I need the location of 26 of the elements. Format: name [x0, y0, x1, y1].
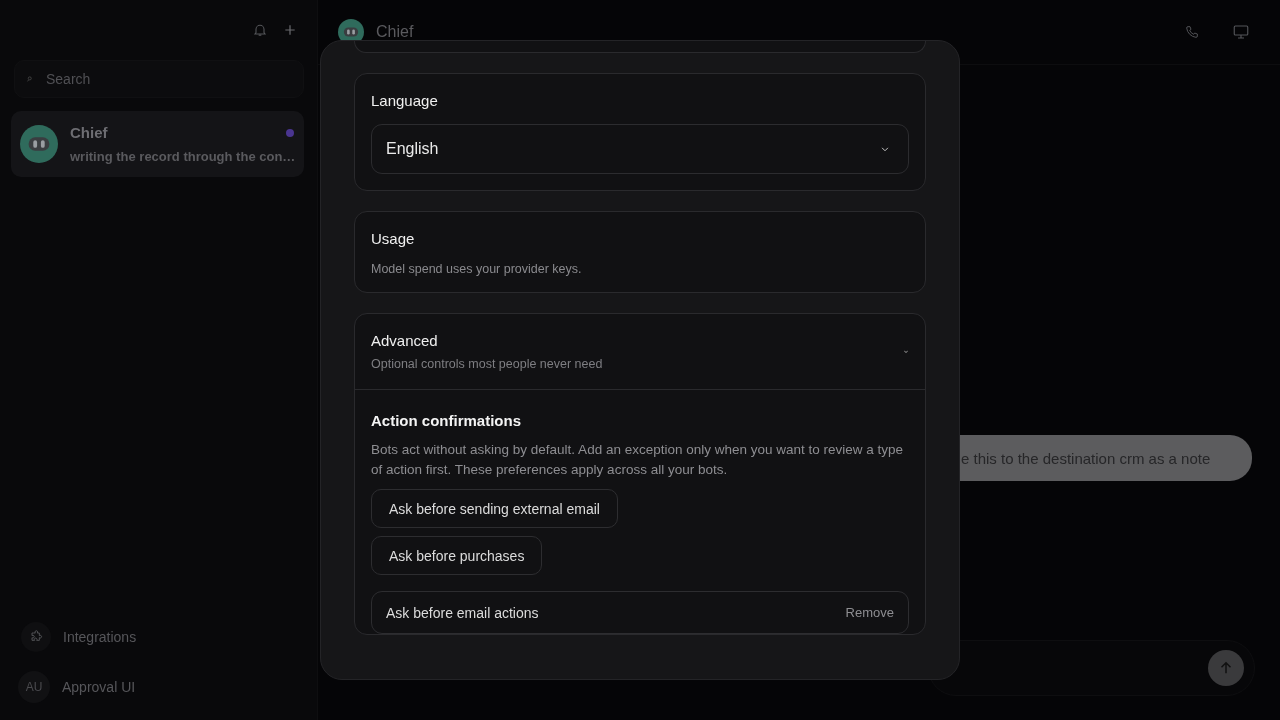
card-title: Usage — [371, 230, 416, 247]
search-field[interactable]: Search — [14, 60, 304, 98]
phone-icon[interactable] — [1184, 24, 1200, 40]
advanced-toggle[interactable]: Advanced Optional controls most people never need — [355, 314, 925, 390]
plus-icon[interactable] — [282, 22, 298, 38]
puzzle-icon — [21, 622, 51, 652]
add-rule-button[interactable]: Ask before sending external email — [371, 489, 618, 528]
chat-title: Chief — [376, 23, 414, 41]
remove-button[interactable]: Remove — [845, 605, 894, 620]
language-select[interactable]: English — [371, 124, 909, 174]
bell-icon[interactable] — [252, 22, 268, 38]
monitor-icon[interactable] — [1232, 23, 1250, 41]
rule-label: Ask before email actions — [386, 604, 539, 621]
description-text: Bots act without asking by default. Add an exception only when you want to review a type of action first. These preferences apply across all your bots. — [371, 441, 905, 479]
bot-avatar-icon — [20, 125, 58, 163]
user-avatar: AU — [18, 671, 50, 703]
chat-name: Chief — [70, 124, 108, 141]
chat-item[interactable]: Chief writing the record through the con… — [11, 111, 304, 177]
add-rule-button[interactable]: Ask before purchases — [371, 536, 543, 575]
usage-note: Model spend uses your provider keys. — [371, 262, 583, 276]
section-subtitle: Optional controls most people never need — [371, 357, 603, 371]
send-button[interactable] — [1208, 650, 1244, 686]
subsection-title: Action confirmations — [371, 412, 521, 429]
chat-preview: writing the record through the con… — [70, 149, 294, 164]
section-title: Advanced — [371, 332, 439, 349]
card-title: Language — [371, 92, 439, 109]
